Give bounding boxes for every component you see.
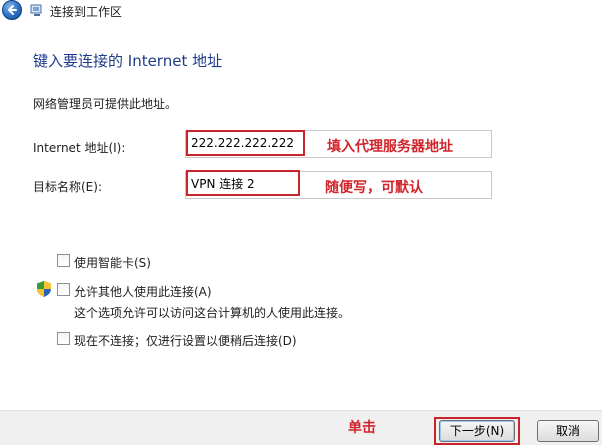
connect-later-checkbox[interactable]	[57, 332, 70, 345]
destination-name-label: 目标名称(E):	[33, 180, 102, 194]
uac-shield-icon	[37, 281, 51, 297]
destination-name-highlight	[186, 170, 300, 196]
click-hint-annotation: 单击	[348, 420, 376, 436]
smart-card-label: 使用智能卡(S)	[74, 256, 151, 270]
admin-note: 网络管理员可提供此地址。	[33, 97, 178, 111]
back-button[interactable]	[2, 0, 22, 20]
cancel-button[interactable]: 取消	[537, 420, 599, 442]
network-wizard-icon	[30, 4, 42, 16]
allow-others-checkbox[interactable]	[57, 283, 70, 296]
name-hint-annotation: 随便写，可默认	[325, 180, 423, 196]
internet-address-label: Internet 地址(I):	[33, 141, 126, 155]
title-bar: 连接到工作区	[0, 0, 602, 22]
smart-card-checkbox[interactable]	[57, 254, 70, 267]
back-arrow-icon	[8, 5, 17, 15]
internet-address-highlight	[186, 130, 305, 156]
proxy-hint-annotation: 填入代理服务器地址	[327, 139, 453, 155]
connect-later-label: 现在不连接；仅进行设置以便稍后连接(D)	[74, 334, 297, 348]
window-title: 连接到工作区	[50, 5, 123, 19]
allow-others-label: 允许其他人使用此连接(A)	[74, 285, 212, 299]
page-heading: 键入要连接的 Internet 地址	[33, 52, 223, 70]
next-button[interactable]: 下一步(N)	[439, 420, 515, 442]
allow-others-description: 这个选项允许可以访问这台计算机的人使用此连接。	[74, 306, 351, 320]
